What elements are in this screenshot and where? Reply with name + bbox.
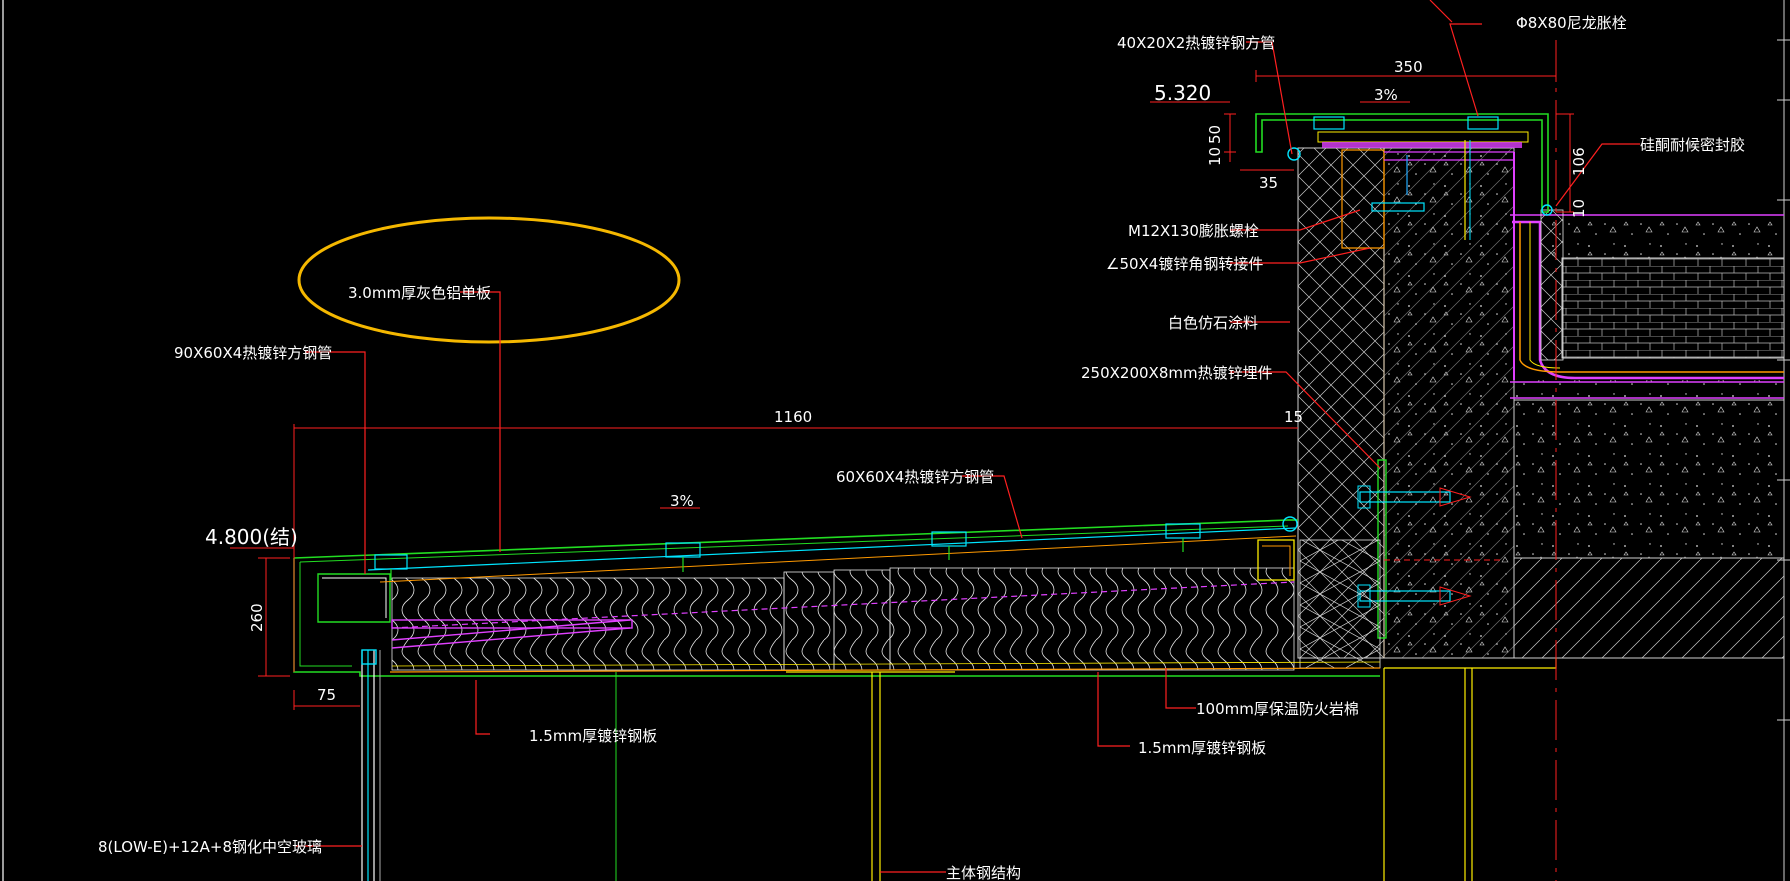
- label-silicone-sealant: 硅酮耐候密封胶: [1640, 136, 1745, 154]
- slope-canopy: 3%: [670, 492, 694, 510]
- label-rockwool: 100mm厚保温防火岩棉: [1196, 700, 1359, 718]
- dim-canopy-span: 1160: [774, 408, 812, 426]
- dim-right-10: 10: [1570, 199, 1588, 218]
- label-angle-50x4: ∠50X4镀锌角钢转接件: [1106, 255, 1263, 273]
- label-bolt-m12: M12X130膨胀螺栓: [1128, 222, 1259, 240]
- dim-cap-10: 10: [1206, 147, 1224, 166]
- label-steel-sheet-right: 1.5mm厚镀锌钢板: [1138, 739, 1266, 757]
- label-steel-sheet-left: 1.5mm厚镀锌钢板: [529, 727, 657, 745]
- roof-insulation-layer: [1510, 209, 1785, 380]
- cad-drawing-canvas: 5.320 4.800(结) 350 3% 35 3% 1160 15 75 1…: [2, 0, 1790, 881]
- glass-curtain-wall: [361, 649, 381, 881]
- label-main-structure: 主体钢结构: [946, 864, 1021, 881]
- label-embed-plate: 250X200X8mm热镀锌埋件: [1081, 364, 1273, 382]
- label-white-coating: 白色仿石涂料: [1168, 314, 1258, 332]
- label-tube-60x60: 60X60X4热镀锌方钢管: [836, 468, 994, 486]
- concrete-core: [1383, 147, 1515, 659]
- dim-canopy-depth: 260: [248, 603, 266, 632]
- roof-slab: [1510, 380, 1785, 659]
- label-anchor-phi8: Φ8X80尼龙胀栓: [1516, 14, 1627, 32]
- canopy-insulation: [391, 539, 1381, 671]
- level-roof-top: 5.320: [1154, 81, 1211, 105]
- label-glass: 8(LOW-E)+12A+8钢化中空玻璃: [98, 838, 322, 856]
- label-tube-40x20: 40X20X2热镀锌钢方管: [1117, 34, 1275, 52]
- dim-canopy-gap: 15: [1284, 408, 1303, 426]
- slope-parapet-cap: 3%: [1374, 86, 1398, 104]
- dim-cap-width: 350: [1394, 58, 1423, 76]
- dim-cap-35: 35: [1259, 174, 1278, 192]
- dim-cap-50: 50: [1206, 125, 1224, 144]
- label-aluminum-panel: 3.0mm厚灰色铝单板: [348, 284, 491, 302]
- dim-canopy-edge: 75: [317, 686, 336, 704]
- dim-right-106: 106: [1570, 147, 1588, 176]
- label-tube-90x60: 90X60X4热镀锌方钢管: [174, 344, 332, 362]
- level-structure: 4.800(结): [205, 525, 298, 549]
- highlight-ellipse: [297, 216, 681, 344]
